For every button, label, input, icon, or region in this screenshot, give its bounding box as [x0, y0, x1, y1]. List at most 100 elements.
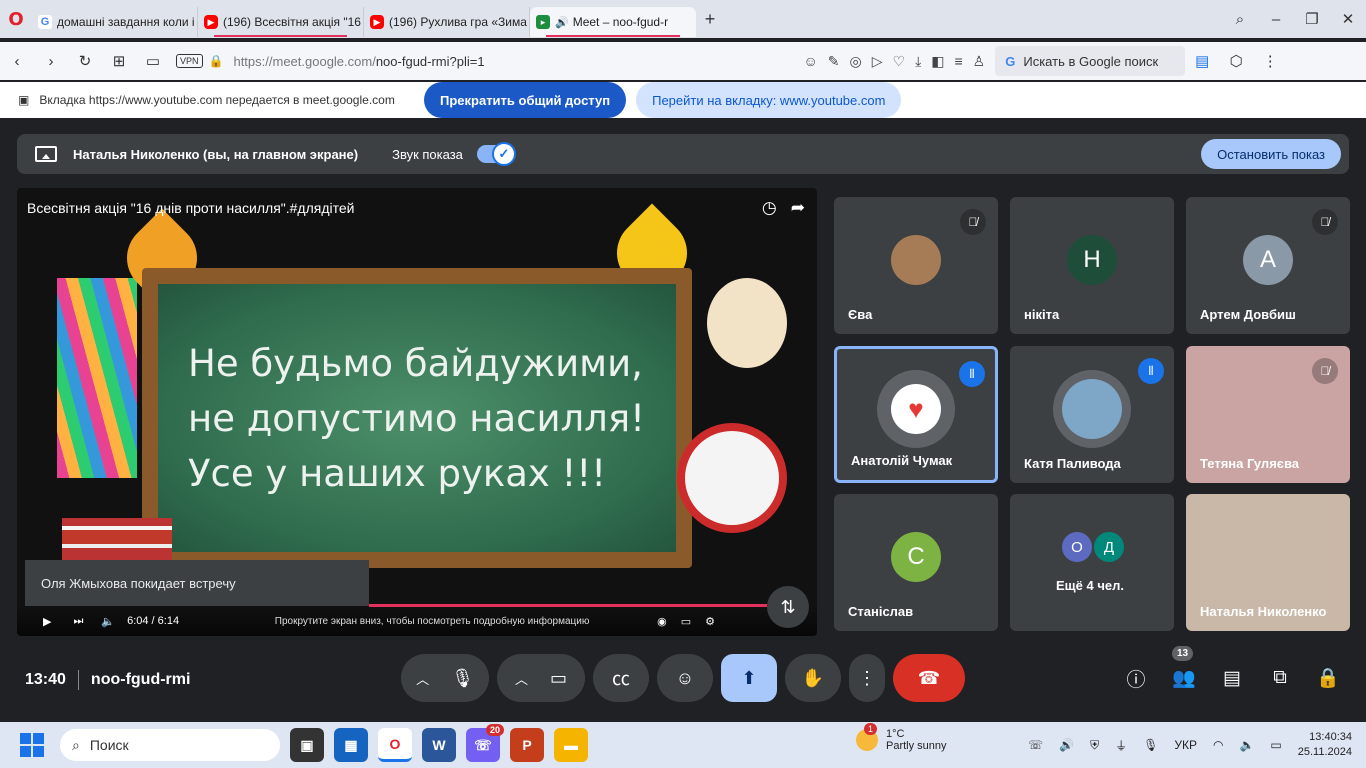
participant-tile-nikita[interactable]: Н нікіта [1010, 197, 1174, 334]
file-explorer-icon[interactable]: ▬ [554, 728, 588, 762]
battery-icon[interactable]: ▭ [1270, 738, 1281, 752]
participant-tile-anatolii[interactable]: ♥ ⦀ Анатолій Чумак [834, 346, 998, 483]
autoplay-toggle[interactable]: ◉ [657, 615, 667, 628]
microphone-button[interactable]: ︿ 🎙 [401, 654, 489, 702]
people-count-badge: 13 [1172, 646, 1194, 661]
participant-tile-eva[interactable]: 🎙̸ Єва [834, 197, 998, 334]
vpn-badge[interactable]: VPN [176, 54, 203, 68]
opera-logo-icon[interactable]: O [0, 0, 32, 38]
chevron-up-icon[interactable]: ︿ [515, 669, 528, 688]
reload-button[interactable]: ↻ [68, 52, 102, 70]
viber-icon[interactable]: ☏ 20 [466, 724, 504, 762]
settings-icon[interactable]: ⚙ [705, 615, 715, 628]
tab-homework[interactable]: G домашні завдання коли і [32, 7, 198, 37]
defender-icon[interactable]: ⛨ [1090, 738, 1099, 753]
word-icon[interactable]: W [422, 728, 456, 762]
raise-hand-button[interactable]: ✋ [785, 654, 841, 702]
minimize-button[interactable]: – [1258, 0, 1294, 38]
play-icon[interactable]: ▷ [872, 53, 883, 70]
subtitles-icon[interactable]: ▭ [681, 615, 691, 628]
tab-meet[interactable]: ▸ 🔊 Meet – noo-fgud-r [530, 7, 696, 37]
meeting-info-button[interactable]: ⓘ [1118, 660, 1154, 696]
weather-widget[interactable]: 1 1°C Partly sunny [856, 723, 947, 752]
chat-button[interactable]: ▤ [1214, 660, 1250, 696]
participant-tile-natalia[interactable]: Наталья Николенко [1186, 494, 1350, 631]
share-icon[interactable]: ➦ [791, 198, 805, 218]
emoji-icon[interactable]: ☺ [803, 53, 817, 70]
presentation-sound-toggle[interactable]: ✓ [476, 142, 516, 166]
watch-later-icon[interactable]: ◷ [762, 198, 777, 218]
store-icon[interactable]: ▦ [334, 728, 368, 762]
google-search-box[interactable]: G Искать в Google поиск [995, 46, 1186, 76]
download-icon[interactable]: ⤓ [915, 53, 921, 70]
participant-tile-others[interactable]: О Д Ещё 4 чел. [1010, 494, 1174, 631]
mic-icon[interactable]: 🎙 [1143, 738, 1158, 752]
wifi-icon[interactable]: ◠ [1213, 738, 1223, 752]
camera-icon[interactable]: ▭ [136, 52, 170, 70]
stop-sharing-button[interactable]: Прекратить общий доступ [424, 82, 627, 118]
people-icon: 👥 [1172, 668, 1196, 689]
profile-icon[interactable]: ♙ [973, 53, 986, 70]
swap-layout-button[interactable]: ⇅ [767, 586, 809, 628]
viber-tray-icon[interactable]: ☏ [1028, 738, 1043, 752]
tab-youtube-action[interactable]: ▶ (196) Всесвітня акція "16 [198, 7, 364, 37]
wallet-icon[interactable]: ▤ [1185, 52, 1219, 70]
opera-taskbar-icon[interactable]: O [378, 728, 412, 762]
tab-youtube-game[interactable]: ▶ (196) Рухлива гра «Зима [364, 7, 530, 37]
heart-icon[interactable]: ♡ [893, 53, 906, 70]
video-title[interactable]: Всесвітня акція "16 днів проти насилля".… [27, 200, 355, 216]
restore-button[interactable]: ❐ [1294, 0, 1330, 38]
powerpoint-icon[interactable]: P [510, 728, 544, 762]
leave-call-button[interactable]: ☎ [893, 654, 965, 702]
windows-start-icon[interactable] [20, 733, 44, 757]
presenter-name: Наталья Николенко (вы, на главном экране… [73, 146, 359, 162]
reactions-button[interactable]: ☺ [657, 654, 713, 702]
forward-button[interactable]: › [34, 53, 68, 70]
more-options-button[interactable]: ⋮ [849, 654, 885, 702]
volume-icon[interactable]: 🔊 [1059, 738, 1074, 752]
chevron-up-icon[interactable]: ︿ [416, 669, 429, 688]
host-controls-button[interactable]: 🔒 [1310, 660, 1346, 696]
camera-button[interactable]: ︿ ▭ [497, 654, 585, 702]
info-icon: ⓘ [1126, 669, 1146, 691]
speaker-icon[interactable]: 🔈 [1239, 738, 1254, 752]
present-button[interactable]: ⬆ [721, 654, 777, 702]
easy-setup-icon[interactable]: ≡ [955, 53, 963, 70]
shared-video[interactable]: Не будьмо байдужими, не допустимо насилл… [17, 188, 817, 636]
captions-icon: ㏄ [612, 669, 630, 689]
menu-icon[interactable]: ⋮ [1253, 52, 1287, 70]
activities-button[interactable]: ⧉ [1262, 660, 1298, 696]
speed-dial-icon[interactable]: ⊞ [102, 52, 136, 70]
volume-icon[interactable]: 🔈 [101, 615, 115, 628]
close-button[interactable]: ✕ [1330, 0, 1366, 38]
taskbar-clock[interactable]: 13:40:34 25.11.2024 [1298, 730, 1352, 760]
play-icon[interactable]: ▶ [43, 615, 51, 628]
battery-icon[interactable]: ◧ [931, 53, 944, 70]
participant-tile-tetiana[interactable]: 🎙̸ Тетяна Гуляєва [1186, 346, 1350, 483]
usb-icon[interactable]: ⏚ [1115, 737, 1127, 754]
cube-icon[interactable]: ⬡ [1219, 52, 1253, 70]
next-icon[interactable]: ⏭ [73, 615, 83, 628]
people-button[interactable]: 13 👥 [1166, 646, 1202, 696]
task-view-icon[interactable]: ▣ [290, 728, 324, 762]
back-button[interactable]: ‹ [0, 53, 34, 70]
participant-tile-stanislav[interactable]: С Станіслав [834, 494, 998, 631]
more-icon: ⋮ [858, 667, 876, 688]
speaker-icon: 🔊 [555, 16, 569, 29]
participant-tile-artem[interactable]: А 🎙̸ Артем Довбиш [1186, 197, 1350, 334]
lock-icon[interactable]: 🔒 [209, 54, 224, 68]
weather-badge: 1 [864, 723, 878, 735]
taskbar-search[interactable]: ⌕ Поиск [60, 729, 280, 761]
url-field[interactable]: https://meet.google.com/noo-fgud-rmi?pli… [233, 54, 803, 69]
language-indicator[interactable]: УКР [1174, 738, 1197, 752]
search-label: Поиск [89, 737, 129, 753]
stop-presenting-button[interactable]: Остановить показ [1201, 139, 1341, 169]
new-tab-button[interactable]: + [696, 9, 724, 30]
snapshot-icon[interactable]: ◎ [850, 53, 862, 70]
go-to-tab-button[interactable]: Перейти на вкладку: www.youtube.com [636, 82, 902, 118]
search-tabs-icon[interactable]: ⌕ [1222, 0, 1258, 38]
captions-button[interactable]: ㏄ [593, 654, 649, 702]
participant-tile-katia[interactable]: ⦀ Катя Паливода [1010, 346, 1174, 483]
edit-icon[interactable]: ✎ [828, 53, 840, 70]
present-screen-icon: ⬆ [741, 667, 757, 688]
